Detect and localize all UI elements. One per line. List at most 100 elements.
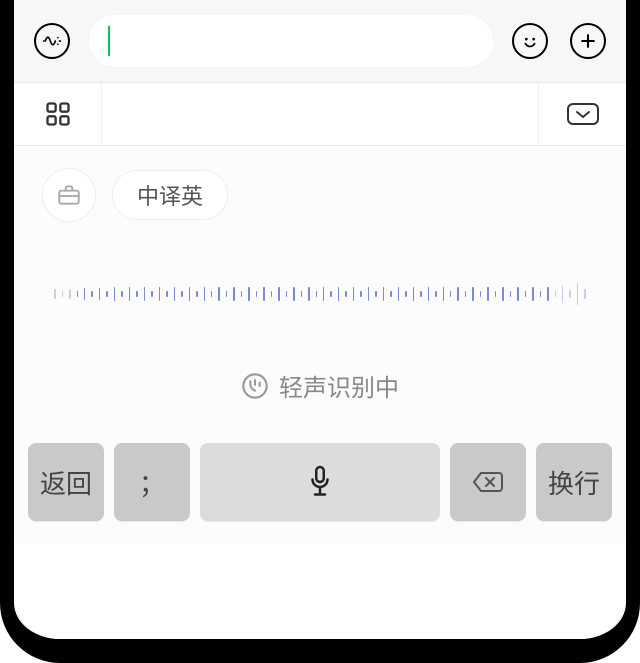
translate-chip[interactable]: 中译英 [112,170,228,220]
wave-bar [413,287,414,301]
wave-bar [293,287,294,301]
wave-bar [472,287,473,301]
wave-bar [450,291,451,297]
backspace-key[interactable] [450,443,526,521]
briefcase-chip[interactable] [42,168,96,222]
wave-bar [330,291,331,297]
wave-bar [263,287,264,301]
wave-bar [338,287,339,301]
chevron-down-boxed-icon [566,102,600,126]
wave-bar [323,287,324,301]
voice-status-icon [241,372,269,400]
wave-bar [226,291,227,297]
wave-bar [510,291,511,297]
wave-bar [159,287,160,301]
emoji-button[interactable] [508,19,552,63]
wave-bar [316,291,317,297]
wave-bar [144,287,145,301]
wave-bar [398,287,399,301]
smile-icon [519,30,541,52]
screen-content: 中译英 轻声识别中 返回 ； [14,0,626,639]
apps-button[interactable] [14,83,102,145]
wave-bar [383,287,384,301]
wave-bar [457,287,458,301]
wave-bar [345,291,346,297]
wave-bar [308,287,309,301]
keyboard-toolbar [14,82,626,146]
semicolon-key[interactable]: ； [114,443,190,521]
wave-bar [390,291,391,297]
plus-icon [578,31,598,51]
wave-bar [353,287,354,301]
wave-bar [151,291,152,297]
wave-bar [525,291,526,297]
briefcase-icon [56,182,82,208]
wave-bar [174,287,175,301]
return-key[interactable]: 返回 [28,443,104,521]
wave-bar [271,291,272,297]
voice-waveform [14,244,626,344]
voice-input-button[interactable] [30,19,74,63]
translate-chip-label: 中译英 [137,179,203,211]
newline-key[interactable]: 换行 [536,443,612,521]
wave-bar [211,291,212,297]
wave-bar [487,287,488,301]
wave-bar [569,290,570,298]
wave-bar [584,289,585,299]
wave-bar [517,287,518,301]
wave-bar [540,291,541,297]
microphone-icon [305,464,335,500]
add-button[interactable] [566,19,610,63]
suggestion-chips-row: 中译英 [14,146,626,244]
wave-bar [256,291,257,297]
wave-bar [84,288,85,300]
semicolon-key-label: ； [139,464,165,501]
text-cursor [108,26,110,56]
wave-bar [301,291,302,297]
wave-bar [555,291,556,297]
wave-bar [62,291,63,297]
voice-status-row: 轻声识别中 [14,344,626,433]
wave-bar [368,287,369,301]
bottom-key-row: 返回 ； 换行 [14,433,626,543]
wave-bar [532,287,533,301]
wave-bar [69,289,70,299]
wave-bar [465,291,466,297]
wave-bar [106,291,107,297]
wave-bar [278,287,279,301]
wave-bar [375,291,376,297]
wave-bar [77,291,78,297]
wave-bar [360,291,361,297]
wave-bar [129,287,130,301]
wave-bar [189,287,190,301]
input-row [14,0,626,82]
wave-bar [428,287,429,301]
collapse-keyboard-button[interactable] [538,83,626,145]
wave-bar [114,287,115,301]
voice-status-text: 轻声识别中 [279,368,399,403]
wave-bar [502,287,503,301]
wave-bar [547,287,548,301]
wave-bar [91,291,92,297]
sound-wave-icon [42,31,62,51]
wave-bar [99,288,100,300]
wave-bar [121,291,122,297]
wave-bar [405,291,406,297]
wave-bar [241,291,242,297]
wave-bar [233,287,234,301]
backspace-icon [471,469,505,495]
grid-icon [44,100,72,128]
wave-bar [420,291,421,297]
wave-bar [286,291,287,297]
wave-bar [204,287,205,301]
microphone-key[interactable] [200,443,440,521]
wave-bar [166,291,167,297]
wave-bar [218,287,219,301]
wave-bar [577,283,578,305]
wave-bar [562,285,563,303]
wave-bar [136,291,137,297]
wave-bar [435,291,436,297]
message-input[interactable] [88,14,494,68]
wave-bar [196,291,197,297]
wave-bar [248,287,249,301]
